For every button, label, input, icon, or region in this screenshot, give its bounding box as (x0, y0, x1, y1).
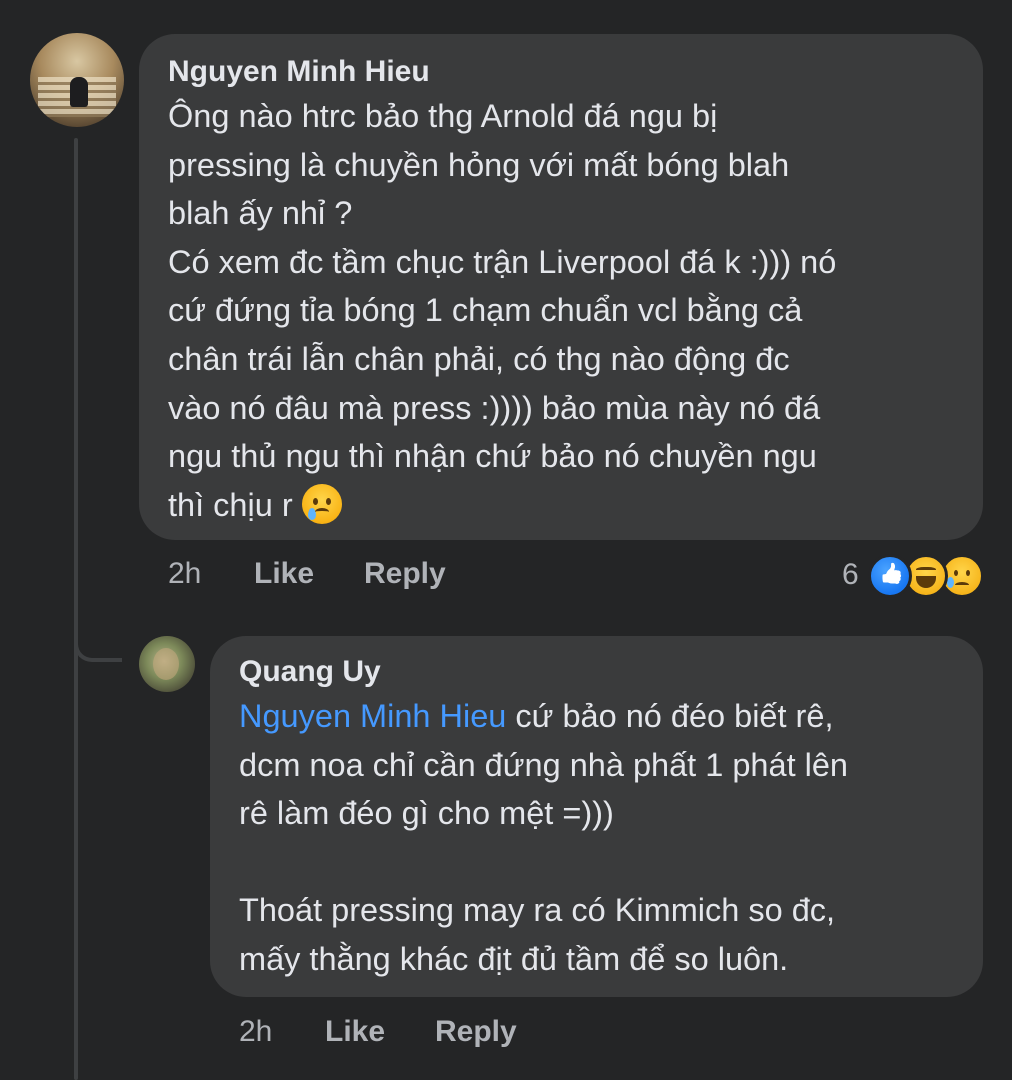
like-button[interactable]: Like (254, 557, 314, 591)
comment-line: thì chịu r (168, 486, 293, 523)
reply-connector-curve (74, 600, 122, 662)
sad-eyes (954, 570, 970, 576)
comment-line: pressing là chuyền hỏng với mất bóng bla… (168, 146, 790, 183)
comment-line: cứ đứng tỉa bóng 1 chạm chuẩn vcl bằng c… (168, 292, 803, 329)
comment-line: ngu thủ ngu thì nhận chứ bảo nó chuyền n… (168, 438, 817, 475)
avatar-photo-face (153, 648, 179, 680)
comment-thread: Nguyen Minh Hieu Ông nào htrc bảo thg Ar… (0, 0, 1012, 1080)
haha-eyes (916, 567, 936, 573)
reply-button[interactable]: Reply (364, 557, 446, 591)
sad-mouth (955, 582, 969, 588)
mention-link[interactable]: Nguyen Minh Hieu (239, 698, 506, 734)
comment-line: chân trái lẫn chân phải, có thg nào động… (168, 340, 790, 377)
avatar-photo-person (70, 77, 88, 107)
reaction-count: 6 (842, 558, 859, 591)
sad-tear (947, 577, 954, 588)
reply-like-button[interactable]: Like (325, 1015, 385, 1049)
haha-mouth (916, 576, 936, 588)
reply-avatar[interactable] (139, 636, 195, 692)
comment-bubble: Nguyen Minh Hieu Ông nào htrc bảo thg Ar… (139, 34, 983, 540)
comment-timestamp[interactable]: 2h (168, 557, 201, 591)
avatar[interactable] (30, 33, 124, 127)
sad-tear-emoji (301, 483, 342, 524)
comment-line: blah ấy nhỉ ? (168, 195, 353, 232)
like-reaction-icon (868, 554, 912, 598)
reply-line: dcm noa chỉ cần đứng nhà phất 1 phát lên (239, 746, 848, 783)
comment-body: Ông nào htrc bảo thg Arnold đá ngu bị pr… (168, 92, 953, 529)
comment-line: vào nó đâu mà press :)))) bảo mùa này nó… (168, 389, 821, 426)
reply-timestamp[interactable]: 2h (239, 1015, 272, 1049)
reply-reply-button[interactable]: Reply (435, 1015, 517, 1049)
reaction-summary[interactable]: 6 (842, 552, 992, 598)
reply-line: rê làm đéo gì cho mệt =))) (239, 795, 614, 832)
reply-actions: 2h Like Reply (239, 1015, 739, 1055)
reply-line: cứ bảo nó đéo biết rê, (506, 698, 834, 734)
reply-bubble: Quang Uy Nguyen Minh Hieu cứ bảo nó đéo … (210, 636, 983, 997)
emoji-mouth (314, 507, 329, 516)
reply-body: Nguyen Minh Hieu cứ bảo nó đéo biết rê, … (239, 692, 953, 984)
comment-author-name[interactable]: Nguyen Minh Hieu (168, 54, 953, 90)
comment-line: Ông nào htrc bảo thg Arnold đá ngu bị (168, 98, 718, 134)
comment-line: Có xem đc tầm chục trận Liverpool đá k :… (168, 243, 837, 280)
reply-line: Thoát pressing may ra có Kimmich so đc, (239, 892, 836, 929)
reply-author-name[interactable]: Quang Uy (239, 654, 953, 690)
reply-line: mấy thằng khác địt đủ tầm để so luôn. (239, 940, 789, 977)
